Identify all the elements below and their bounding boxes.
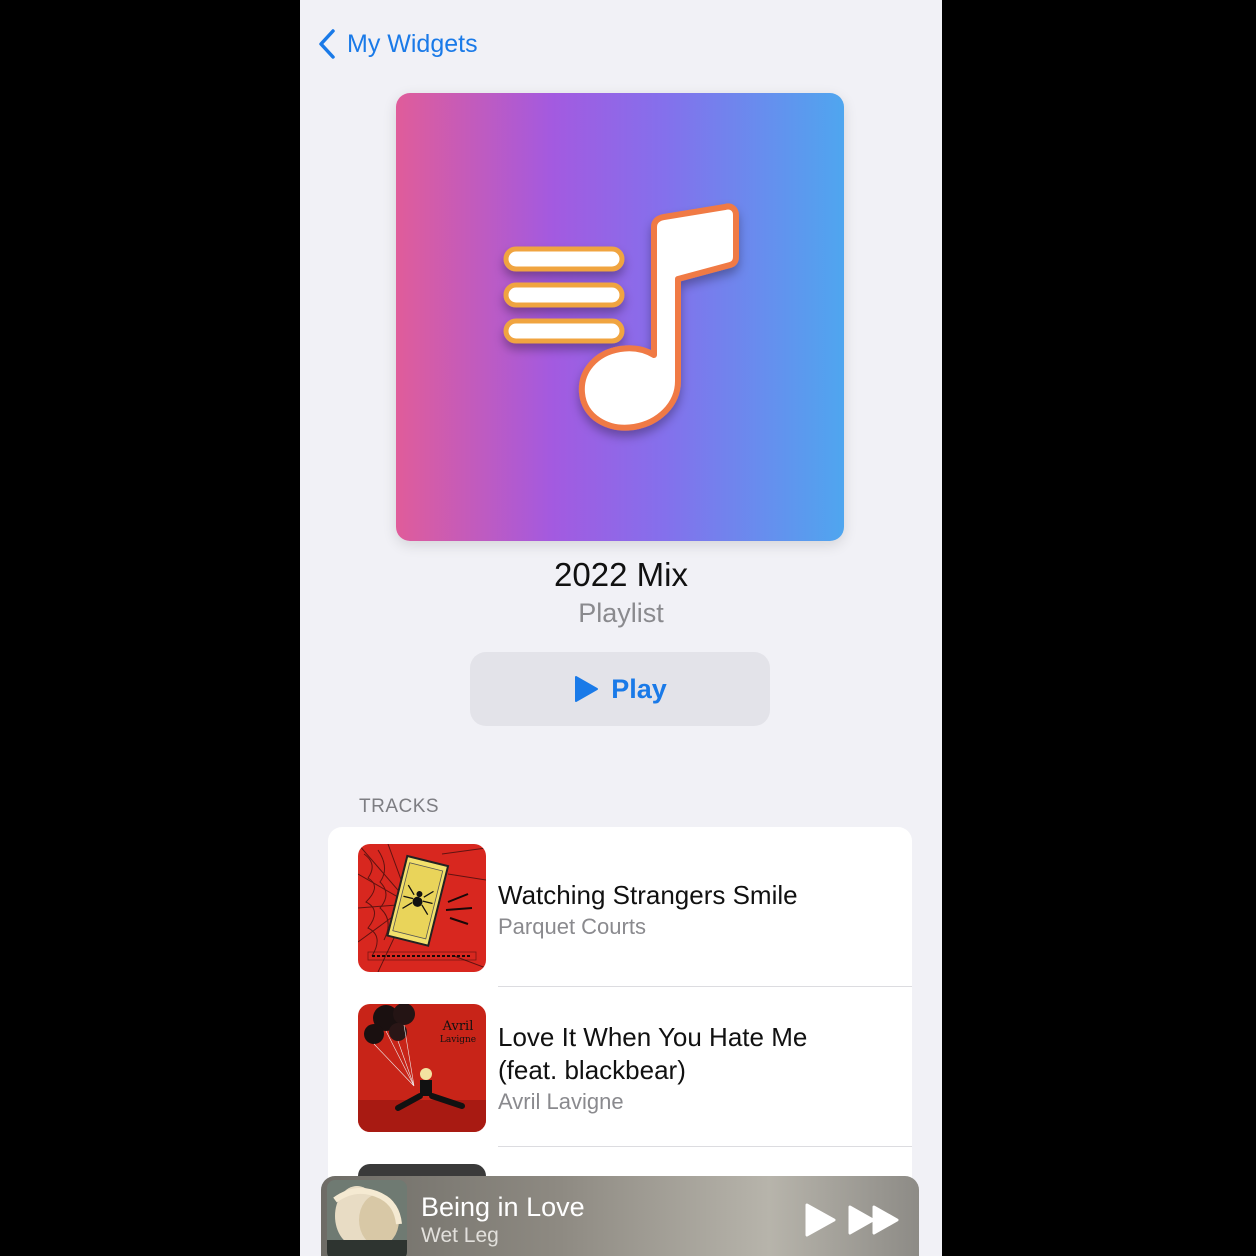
- svg-text:Lavigne: Lavigne: [440, 1035, 476, 1045]
- play-label: Play: [611, 673, 667, 704]
- mini-player[interactable]: Being in Love Wet Leg: [321, 1176, 919, 1256]
- play-button[interactable]: Play: [470, 652, 770, 726]
- playlist-title: 2022 Mix: [554, 556, 688, 593]
- track-info: Love It When You Hate Me (feat. blackbea…: [498, 1021, 807, 1116]
- album-art: Avril Lavigne: [358, 1004, 486, 1132]
- now-playing-artist: Wet Leg: [421, 1224, 499, 1247]
- album-art: [358, 844, 486, 972]
- back-label: My Widgets: [347, 29, 478, 58]
- chevron-left-icon: [319, 29, 335, 59]
- track-info: Watching Strangers Smile Parquet Courts: [498, 879, 798, 941]
- track-artist: Avril Lavigne: [498, 1089, 624, 1114]
- track-title-line2: (feat. blackbear): [498, 1055, 686, 1085]
- tracks-section-label: TRACKS: [359, 796, 440, 817]
- playlist-artwork: [396, 93, 844, 541]
- play-icon: [575, 676, 599, 702]
- play-icon[interactable]: [803, 1202, 837, 1238]
- playlist-music-note-icon: [503, 203, 739, 431]
- track-row[interactable]: Watching Strangers Smile Parquet Courts: [328, 827, 912, 987]
- now-playing-title: Being in Love: [421, 1192, 585, 1222]
- track-title: Watching Strangers Smile: [498, 880, 798, 910]
- track-artist: Parquet Courts: [498, 914, 646, 939]
- playlist-type: Playlist: [578, 598, 664, 628]
- fast-forward-icon[interactable]: [847, 1204, 901, 1236]
- track-title: Love It When You Hate Me: [498, 1022, 808, 1052]
- svg-text:Avril: Avril: [442, 1019, 474, 1034]
- phone-screen: My Widgets 2022 Mix Playlist Play TRACKS: [300, 0, 942, 1256]
- track-row[interactable]: Avril Lavigne Love It When You Hate Me (…: [328, 987, 912, 1147]
- now-playing-art: [327, 1180, 407, 1256]
- back-button[interactable]: My Widgets: [316, 24, 478, 64]
